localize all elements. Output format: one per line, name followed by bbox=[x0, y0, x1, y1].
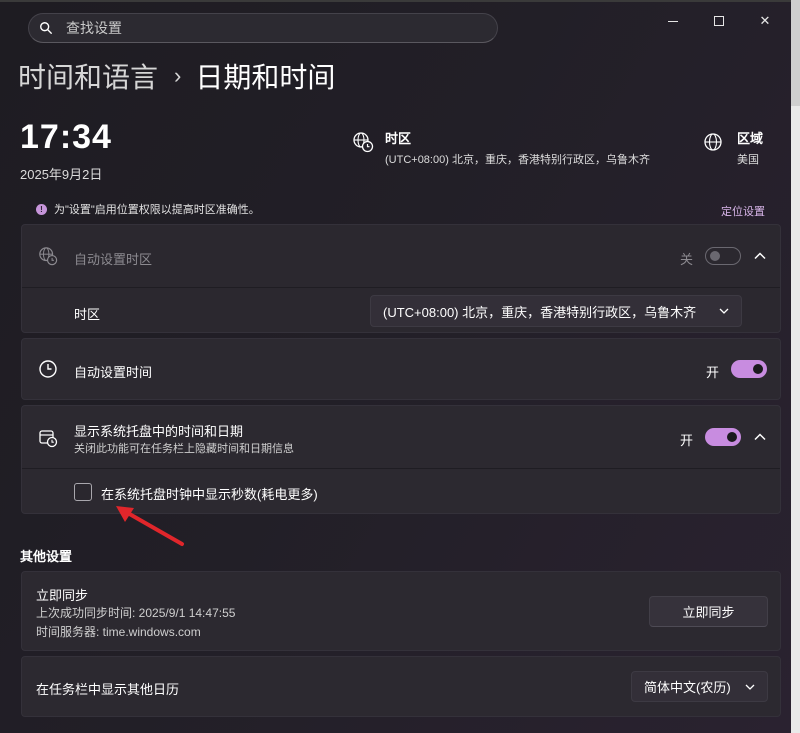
info-icon: ! bbox=[36, 203, 47, 215]
search-icon bbox=[40, 22, 52, 34]
sync-card: 立即同步 上次成功同步时间: 2025/9/1 14:47:55 时间服务器: … bbox=[21, 571, 781, 651]
timezone-dropdown-value: (UTC+08:00) 北京，重庆，香港特别行政区，乌鲁木齐 bbox=[383, 304, 697, 320]
location-notice: ! 为"设置"启用位置权限以提高时区准确性。 bbox=[36, 201, 260, 217]
search-input[interactable]: 查找设置 bbox=[28, 13, 498, 43]
other-settings-title: 其他设置 bbox=[20, 549, 73, 564]
auto-timezone-label: 自动设置时区 bbox=[74, 252, 153, 267]
search-placeholder: 查找设置 bbox=[66, 20, 122, 36]
tray-clock-state: 开 bbox=[680, 433, 694, 448]
calendar-dropdown-value: 简体中文(农历) bbox=[644, 680, 731, 695]
minimize-icon bbox=[668, 20, 678, 22]
auto-timezone-toggle[interactable] bbox=[705, 247, 741, 265]
chevron-down-icon bbox=[745, 684, 755, 690]
close-icon: ✕ bbox=[759, 13, 771, 28]
minimize-button[interactable] bbox=[650, 10, 696, 32]
tray-clock-toggle[interactable] bbox=[705, 428, 741, 446]
breadcrumb: 时间和语言 › 日期和时间 bbox=[18, 56, 335, 96]
time-server-text: 时间服务器: time.windows.com bbox=[36, 625, 201, 639]
last-sync-text: 上次成功同步时间: 2025/9/1 14:47:55 bbox=[36, 606, 236, 620]
auto-timezone-card: 自动设置时区 关 时区 (UTC+08:00) 北京，重庆，香港特别行政区，乌鲁… bbox=[21, 224, 781, 333]
window-caption-buttons: ✕ bbox=[650, 10, 788, 32]
auto-time-state: 开 bbox=[706, 365, 720, 380]
auto-timezone-state: 关 bbox=[680, 252, 694, 267]
auto-time-toggle[interactable] bbox=[731, 360, 767, 378]
location-settings-link[interactable]: 定位设置 bbox=[721, 203, 765, 219]
region-info: 区域 美国 bbox=[703, 128, 763, 167]
globe-clock-icon bbox=[353, 132, 374, 153]
chevron-down-icon bbox=[719, 308, 729, 314]
auto-time-card: 自动设置时间 开 bbox=[21, 338, 781, 400]
close-button[interactable]: ✕ bbox=[742, 10, 788, 32]
calendar-clock-icon bbox=[39, 430, 58, 448]
maximize-icon bbox=[714, 16, 724, 26]
timezone-dropdown[interactable]: (UTC+08:00) 北京，重庆，香港特别行政区，乌鲁木齐 bbox=[370, 295, 742, 327]
page-title: 日期和时间 bbox=[195, 62, 336, 93]
chevron-up-icon[interactable] bbox=[753, 249, 767, 263]
timezone-info: 时区 (UTC+08:00) 北京，重庆，香港特别行政区，乌鲁木齐 bbox=[352, 128, 650, 167]
timezone-info-value: (UTC+08:00) 北京，重庆，香港特别行政区，乌鲁木齐 bbox=[385, 154, 650, 166]
tray-clock-description: 关闭此功能可在任务栏上隐藏时间和日期信息 bbox=[74, 443, 294, 455]
current-date: 2025年9月2日 bbox=[20, 167, 103, 182]
tray-clock-card: 显示系统托盘中的时间和日期 关闭此功能可在任务栏上隐藏时间和日期信息 开 在系统… bbox=[21, 405, 781, 514]
other-calendar-card: 在任务栏中显示其他日历 简体中文(农历) bbox=[21, 656, 781, 717]
globe-clock-icon bbox=[39, 247, 58, 266]
region-info-title: 区域 bbox=[737, 131, 764, 146]
timezone-label: 时区 bbox=[74, 307, 101, 322]
sync-title: 立即同步 bbox=[36, 588, 89, 603]
calendar-dropdown[interactable]: 简体中文(农历) bbox=[631, 671, 768, 702]
window-top-border bbox=[0, 0, 800, 2]
breadcrumb-separator: › bbox=[174, 63, 182, 88]
auto-time-label: 自动设置时间 bbox=[74, 365, 153, 380]
maximize-button[interactable] bbox=[696, 10, 742, 32]
breadcrumb-parent[interactable]: 时间和语言 bbox=[18, 56, 158, 96]
tray-clock-label: 显示系统托盘中的时间和日期 bbox=[74, 424, 244, 439]
show-seconds-checkbox[interactable] bbox=[74, 483, 92, 501]
divider bbox=[22, 287, 780, 288]
toggle-knob bbox=[727, 432, 737, 442]
sync-now-button[interactable]: 立即同步 bbox=[649, 596, 768, 627]
current-time: 17:34 bbox=[20, 118, 112, 156]
annotation-arrow bbox=[116, 506, 184, 546]
location-notice-text: 为"设置"启用位置权限以提高时区准确性。 bbox=[54, 204, 260, 216]
toggle-knob bbox=[710, 251, 720, 261]
clock-icon bbox=[39, 360, 57, 378]
globe-icon bbox=[704, 133, 722, 151]
timezone-info-title: 时区 bbox=[385, 131, 412, 146]
divider bbox=[22, 468, 780, 469]
scrollbar-thumb[interactable] bbox=[791, 0, 800, 106]
other-calendar-label: 在任务栏中显示其他日历 bbox=[36, 682, 180, 697]
toggle-knob bbox=[753, 364, 763, 374]
scrollbar-track[interactable] bbox=[791, 0, 800, 733]
region-info-value: 美国 bbox=[737, 154, 759, 166]
chevron-up-icon[interactable] bbox=[753, 430, 767, 444]
